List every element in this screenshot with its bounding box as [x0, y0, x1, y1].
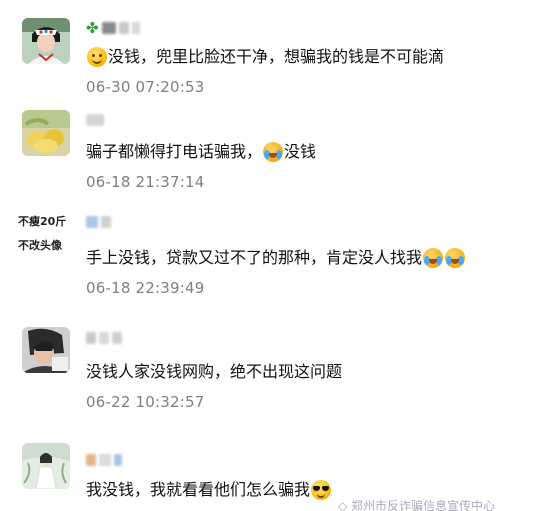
comment-text: 我没钱，我就看看他们怎么骗我: [86, 479, 332, 501]
sunglasses-emoji-icon: [311, 480, 332, 500]
comment-timestamp: 06-18 22:39:49: [86, 279, 205, 297]
username-blurred[interactable]: [86, 330, 122, 346]
blurred-name-char: [86, 454, 96, 466]
avatar-text-line: 不瘦20斤: [18, 215, 67, 228]
comment-body: 手上没钱，贷款又过不了的那种，肯定没人找我: [86, 248, 423, 267]
comment-text: 手上没钱，贷款又过不了的那种，肯定没人找我: [86, 247, 466, 269]
crying-emoji-icon: [423, 248, 444, 268]
watermark: ◇ 郑州市反诈骗信息宣传中心: [338, 499, 496, 511]
blurred-name-char: [86, 332, 96, 344]
avatar-image: [22, 327, 70, 373]
avatar[interactable]: [22, 18, 70, 64]
blurred-name-char: [86, 216, 98, 228]
avatar-image: [22, 443, 70, 489]
avatar[interactable]: [22, 443, 70, 489]
blurred-name-char: [99, 332, 109, 344]
comment-text: 骗子都懒得打电话骗我， 没钱: [86, 141, 316, 163]
crying-emoji-icon: [445, 248, 466, 268]
comment-timestamp: 06-18 21:37:14: [86, 173, 205, 191]
comment-body: 没钱，兜里比脸还干净，想骗我的钱是不可能滴: [108, 47, 445, 66]
blurred-name-char: [131, 22, 140, 34]
avatar[interactable]: [22, 110, 70, 156]
blurred-name-char: [101, 216, 111, 228]
avatar-image: [22, 18, 70, 64]
comment-list: ✤ 没钱，兜里比脸还干净，想骗我的钱是不可能滴 06-30 07:20:53 骗…: [0, 0, 537, 511]
comment-body-suffix: 没钱: [284, 142, 317, 161]
blurred-name-char: [86, 114, 104, 126]
blurred-name-char: [101, 22, 116, 34]
blurred-name-char: [112, 332, 122, 344]
avatar[interactable]: [22, 327, 70, 373]
username-blurred[interactable]: [86, 452, 122, 468]
blurred-name-char: [99, 454, 111, 466]
avatar-image: [22, 110, 70, 156]
comment-body: 骗子都懒得打电话骗我，: [86, 142, 263, 161]
comment-text: 没钱人家没钱网购，绝不出现这问题: [86, 361, 342, 383]
blurred-name-char: [114, 454, 122, 466]
username-blurred[interactable]: [86, 112, 104, 128]
four-leaf-clover-icon: ✤: [86, 19, 99, 37]
comment-body: 没钱人家没钱网购，绝不出现这问题: [86, 362, 343, 381]
comment-timestamp: 06-22 10:32:57: [86, 393, 205, 411]
avatar-text-line: 不改头像: [18, 239, 62, 252]
avatar-text[interactable]: 不瘦20斤 不改头像: [18, 214, 78, 253]
username-blurred[interactable]: ✤: [86, 20, 140, 36]
blurred-name-char: [118, 22, 129, 34]
username-blurred[interactable]: [86, 214, 111, 230]
comment-text: 没钱，兜里比脸还干净，想骗我的钱是不可能滴: [86, 46, 444, 68]
crying-emoji-icon: [263, 142, 284, 162]
smile-emoji-icon: [87, 47, 107, 67]
comment-body: 我没钱，我就看看他们怎么骗我: [86, 480, 311, 499]
comment-timestamp: 06-30 07:20:53: [86, 78, 205, 96]
